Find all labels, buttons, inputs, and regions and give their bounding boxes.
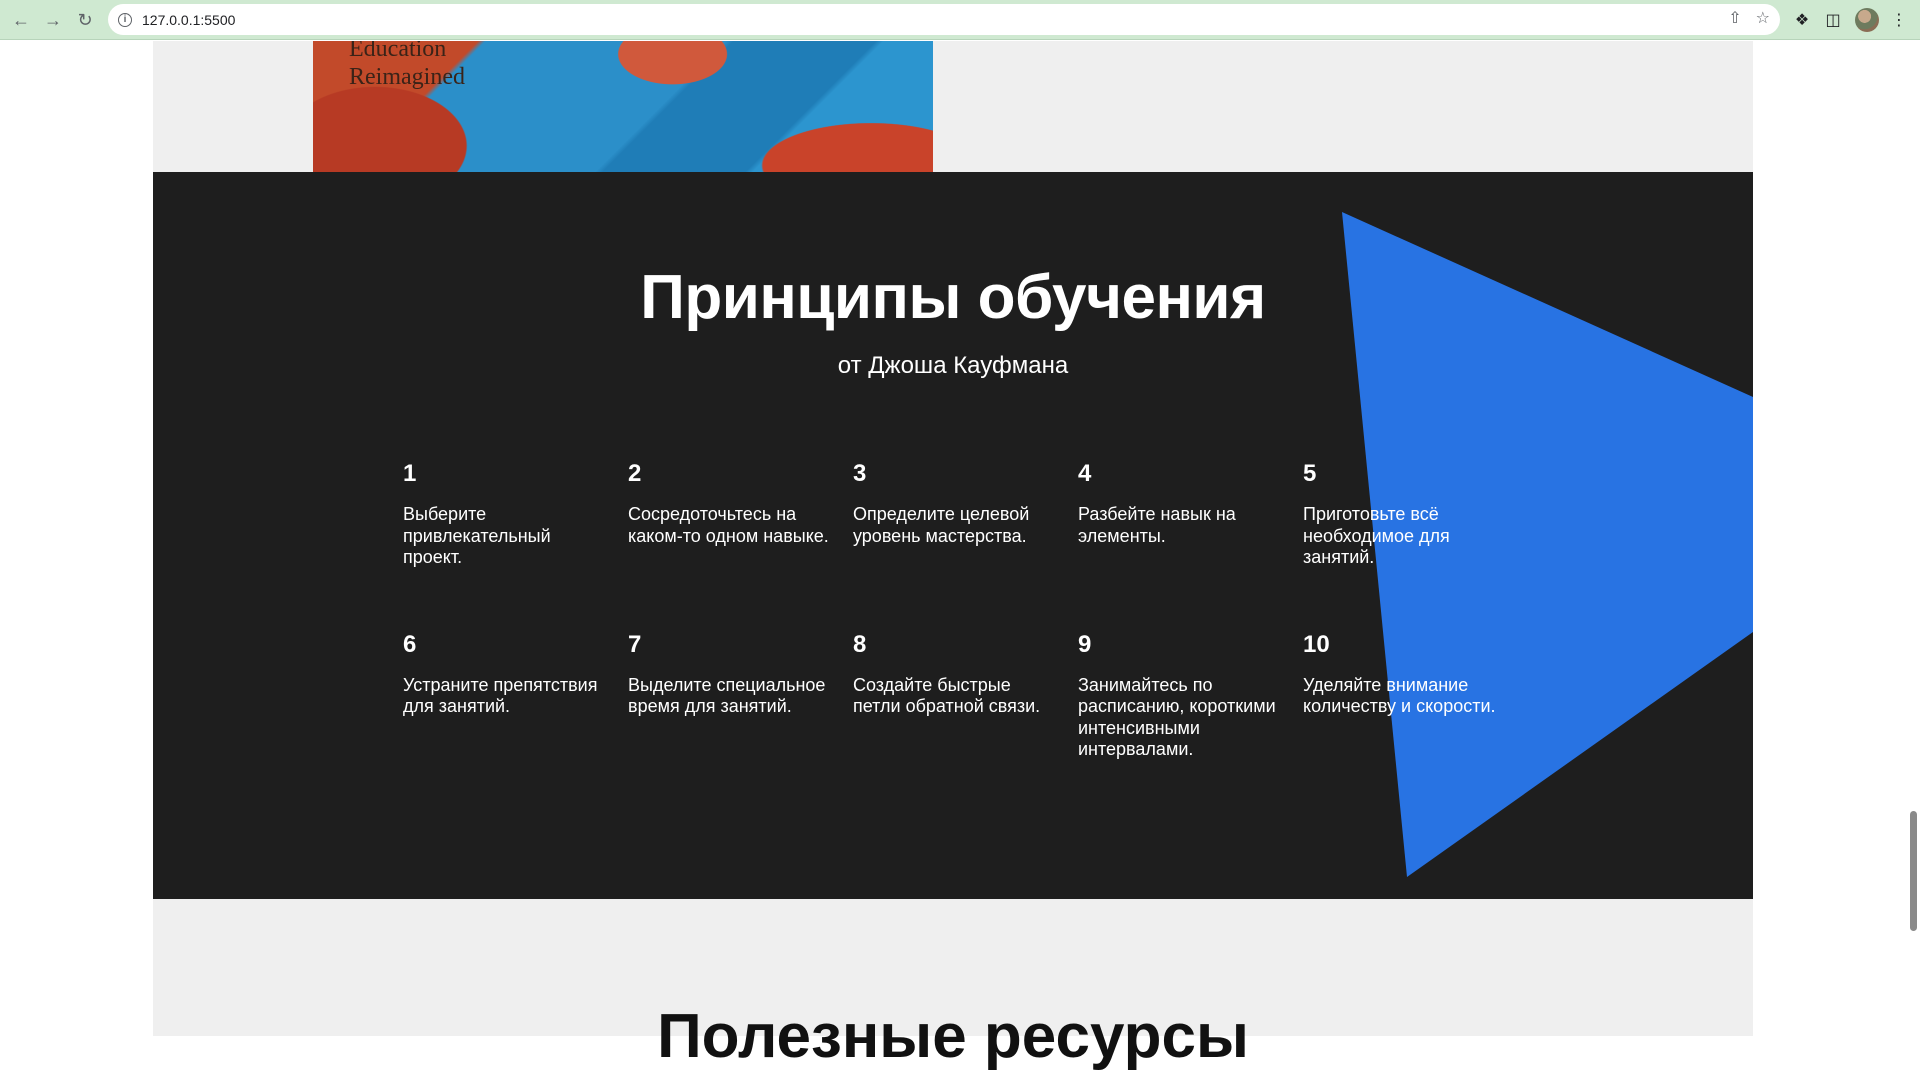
principle-number: 2 (628, 460, 642, 487)
principle-text: Занимайтесь по расписанию, короткими инт… (1078, 674, 1276, 760)
book-cover-image: Education Reimagined (313, 41, 933, 172)
principle-card: 2 Сосредоточьтесь на каком-то одном навы… (628, 460, 853, 569)
principle-text: Выделите специальное время для занятий. (628, 674, 826, 717)
share-icon[interactable]: ⇧ (1728, 9, 1741, 29)
principle-card: 4 Разбейте навык на элементы. (1078, 460, 1303, 569)
principle-card: 8 Создайте быстрые петли обратной связи. (853, 631, 1078, 761)
extensions-puzzle-icon[interactable]: ❖ (1791, 9, 1813, 31)
principle-text: Приготовьте всё необходимое для занятий. (1303, 504, 1450, 567)
browser-toolbar: ← → ↻ i 127.0.0.1:5500 ⇧ ☆ ❖ ◫ ⋮ (0, 0, 1920, 40)
principle-card: 7 Выделите специальное время для занятий… (628, 631, 853, 761)
side-panel-icon[interactable]: ◫ (1822, 9, 1844, 31)
principle-card: 1 Выберите привлекательный проект. (403, 460, 628, 569)
forward-icon[interactable]: → (41, 8, 65, 32)
principle-card: 9 Занимайтесь по расписанию, короткими и… (1078, 631, 1303, 761)
principle-text: Определите целевой уровень мастерства. (853, 504, 1030, 546)
principle-text: Устраните препятствия для занятий. (403, 674, 598, 717)
scrollbar-thumb[interactable] (1910, 811, 1917, 931)
site-info-icon[interactable]: i (118, 12, 132, 27)
book-cover-title-line1: Education (349, 41, 447, 62)
principle-number: 4 (1078, 460, 1092, 487)
principle-number: 9 (1078, 630, 1092, 658)
page-viewport: Education Reimagined Принципы обучения о… (0, 41, 1920, 1071)
profile-avatar[interactable] (1855, 8, 1879, 32)
principle-text: Сосредоточьтесь на каком-то одном навыке… (628, 504, 829, 546)
principle-number: 6 (403, 630, 417, 658)
back-icon[interactable]: ← (9, 8, 33, 32)
principle-number: 10 (1303, 630, 1330, 658)
content-container: Education Reimagined Принципы обучения о… (153, 41, 1753, 1071)
principle-text: Выберите привлекательный проект. (403, 504, 551, 567)
principle-card: 6 Устраните препятствия для занятий. (403, 631, 628, 761)
menu-kebab-icon[interactable]: ⋮ (1888, 9, 1910, 31)
principle-text: Разбейте навык на элементы. (1078, 504, 1236, 546)
book-cover-title: Education Reimagined (349, 41, 465, 91)
bookmark-star-icon[interactable]: ☆ (1756, 9, 1770, 29)
principle-number: 3 (853, 460, 867, 487)
principle-number: 8 (853, 630, 867, 658)
principle-number: 7 (628, 630, 642, 658)
principles-grid: 1 Выберите привлекательный проект. 2 Сос… (403, 460, 1503, 761)
principle-card: 10 Уделяйте внимание количеству и скорос… (1303, 631, 1528, 761)
principle-card: 5 Приготовьте всё необходимое для заняти… (1303, 460, 1528, 569)
learning-principles-section: Принципы обучения от Джоша Кауфмана 1 Вы… (153, 172, 1753, 899)
section-subtitle: от Джоша Кауфмана (837, 352, 1069, 379)
page-scrollbar[interactable] (1906, 41, 1920, 1036)
address-url[interactable]: 127.0.0.1:5500 (142, 12, 235, 28)
section-title: Принципы обучения (640, 263, 1266, 332)
principle-text: Создайте быстрые петли обратной связи. (853, 674, 1041, 717)
principle-card: 3 Определите целевой уровень мастерства. (853, 460, 1078, 569)
book-cover-title-line2: Reimagined (349, 64, 465, 90)
address-bar[interactable]: i 127.0.0.1:5500 ⇧ ☆ (108, 4, 1780, 35)
principle-text: Уделяйте внимание количеству и скорости. (1303, 674, 1496, 717)
reload-icon[interactable]: ↻ (73, 8, 97, 32)
principle-number: 1 (403, 460, 417, 487)
principle-number: 5 (1303, 460, 1317, 487)
resources-section-title: Полезные ресурсы (657, 1002, 1249, 1071)
